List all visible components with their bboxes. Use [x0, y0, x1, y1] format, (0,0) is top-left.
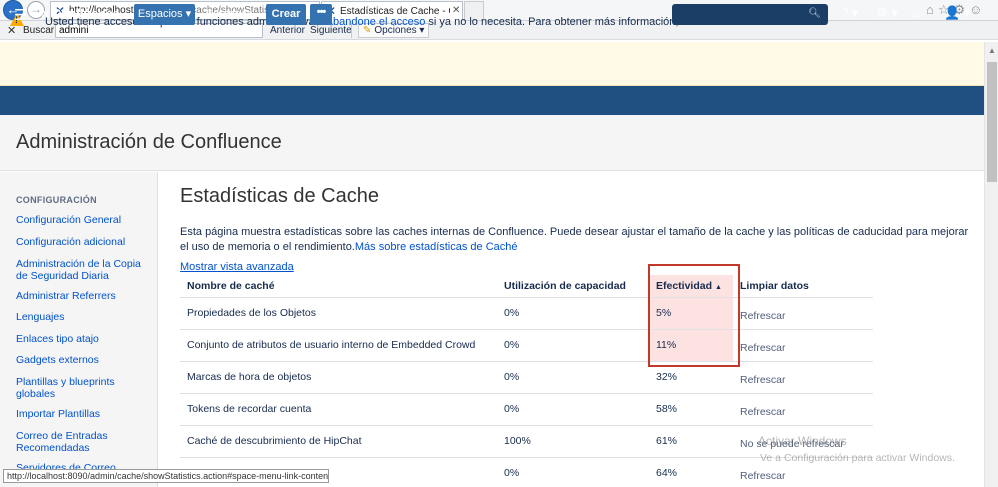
effectiveness-value: 64%	[649, 457, 733, 487]
cache-name: Propiedades de los Objetos	[180, 297, 497, 330]
cache-name: Caché de descubrimiento de HipChat	[180, 425, 497, 458]
home-icon[interactable]: ⌂	[926, 2, 938, 17]
table-header-row: Nombre de caché Utilización de capacidad…	[180, 275, 873, 298]
notifications-icon[interactable]: ⌂	[912, 6, 919, 20]
refresh-button[interactable]: Refrescar	[740, 310, 786, 322]
refresh-button[interactable]: Refrescar	[740, 342, 786, 354]
column-flush: Limpiar datos	[733, 275, 873, 298]
vertical-scrollbar[interactable]: ▲	[984, 42, 998, 487]
sidebar-item-referrers[interactable]: Administrar Referrers	[16, 290, 146, 302]
top-navigation	[0, 86, 984, 115]
table-row: Marcas de hora de objetos 0% 32% Refresc…	[180, 361, 873, 394]
sidebar-item-external-gadgets[interactable]: Gadgets externos	[16, 354, 146, 366]
capacity-value: 100%	[497, 425, 649, 458]
scroll-up-icon[interactable]: ▲	[988, 46, 996, 55]
sidebar-item-shortcut-links[interactable]: Enlaces tipo atajo	[16, 333, 146, 345]
cache-name: Marcas de hora de objetos	[180, 361, 497, 394]
sidebar-item-import-templates[interactable]: Importar Plantillas	[16, 408, 146, 420]
windows-activation-watermark: Activar Windows Ve a Configuración para …	[758, 434, 955, 464]
confluence-logo-icon: ✕	[40, 6, 51, 21]
sidebar-heading: CONFIGURACIÓN	[16, 195, 97, 205]
sidebar-item-general-config[interactable]: Configuración General	[16, 214, 146, 226]
gear-icon[interactable]: ⚙ ▾	[876, 5, 898, 21]
status-url-tooltip: http://localhost:8090/admin/cache/showSt…	[3, 469, 329, 483]
admin-warning-banner	[0, 42, 984, 86]
table-row: Propiedades de los Objetos 0% 5% Refresc…	[180, 297, 873, 330]
close-tab-icon[interactable]: ✕	[452, 5, 460, 16]
scroll-thumb[interactable]	[987, 62, 997, 182]
refresh-button[interactable]: Refrescar	[740, 374, 786, 386]
user-avatar-icon[interactable]: 👤 ▾	[944, 5, 970, 21]
refresh-button[interactable]: Refrescar	[740, 406, 786, 418]
capacity-value: 0%	[497, 457, 649, 487]
advanced-view-link[interactable]: Mostrar vista avanzada	[180, 261, 294, 273]
admin-title: Administración de Confluence	[16, 131, 282, 153]
create-button[interactable]: Crear	[266, 4, 306, 25]
abandon-access-link[interactable]: Abandone el acceso	[326, 16, 426, 28]
highlight-annotation-box	[648, 264, 740, 367]
capacity-value: 0%	[497, 361, 649, 394]
effectiveness-value: 58%	[649, 393, 733, 426]
capacity-value: 0%	[497, 393, 649, 426]
sidebar-item-templates[interactable]: Plantillas y blueprints globales	[16, 376, 146, 400]
cache-name: Tokens de recordar cuenta	[180, 393, 497, 426]
column-capacity[interactable]: Utilización de capacidad	[497, 275, 649, 298]
smiley-icon[interactable]: ☺	[969, 2, 986, 17]
capacity-value: 0%	[497, 297, 649, 330]
cache-name: Conjunto de atributos de usuario interno…	[180, 329, 497, 362]
cache-stats-help-link[interactable]: Más sobre estadísticas de Caché	[355, 241, 518, 253]
refresh-button[interactable]: Refrescar	[740, 470, 786, 482]
search-input[interactable]: 🔍︎	[672, 4, 828, 25]
search-icon: 🔍︎	[808, 8, 821, 19]
sidebar-item-additional-config[interactable]: Configuración adicional	[16, 236, 146, 248]
column-cache-name[interactable]: Nombre de caché	[180, 275, 497, 298]
sidebar-item-languages[interactable]: Lenguajes	[16, 311, 146, 323]
confluence-logo[interactable]: ✕Confluence	[40, 6, 120, 22]
help-icon[interactable]: ? ▾	[842, 6, 858, 20]
sidebar-item-recommended-mail[interactable]: Correo de Entradas Recomendadas	[16, 430, 146, 454]
more-options-button[interactable]: •••	[310, 4, 332, 25]
page-title: Estadísticas de Cache	[180, 185, 379, 207]
table-row: Tokens de recordar cuenta 0% 58% Refresc…	[180, 393, 873, 426]
page-description: Esta página muestra estadísticas sobre l…	[180, 226, 969, 253]
sidebar-item-backup-admin[interactable]: Administración de la Copia de Seguridad …	[16, 258, 146, 282]
effectiveness-value: 61%	[649, 425, 733, 458]
capacity-value: 0%	[497, 329, 649, 362]
people-link[interactable]: Personas	[206, 8, 252, 20]
spaces-menu-button[interactable]: Espacios ▾	[134, 4, 195, 25]
menu-icon[interactable]: ☰	[14, 6, 27, 24]
table-row: Conjunto de atributos de usuario interno…	[180, 329, 873, 362]
